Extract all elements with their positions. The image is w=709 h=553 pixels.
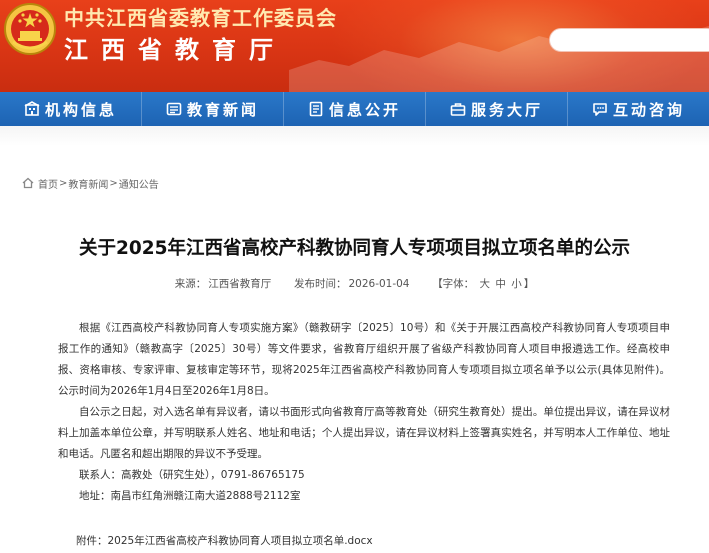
breadcrumb-sep: > (109, 177, 118, 189)
news-icon (166, 102, 182, 116)
nav-label: 机构信息 (44, 100, 117, 119)
article-body: 根据《江西高校产科教协同育人专项实施方案》（赣教研字〔2025〕10号）和《关于… (58, 318, 670, 507)
info-icon (309, 101, 323, 117)
nav-item-institution[interactable]: 机构信息 (0, 92, 142, 126)
breadcrumb-home[interactable]: 首页 (38, 176, 58, 191)
article-meta: 来源： 江西省教育厅 发布时间： 2026-01-04 【字体： 大 中 小】 (0, 276, 709, 291)
font-small-button[interactable]: 小 (511, 278, 522, 290)
search-input[interactable] (549, 28, 709, 52)
building-icon (24, 101, 40, 116)
paragraph-intro: 根据《江西高校产科教协同育人专项实施方案》（赣教研字〔2025〕10号）和《关于… (58, 322, 670, 397)
nav-item-news[interactable]: 教育新闻 (142, 92, 284, 126)
dept-name: 江西省教育厅 (64, 36, 286, 64)
main-nav: 机构信息 教育新闻 信息公开 服务大厅 互动咨询 (0, 92, 709, 126)
font-size-label: 【字体： (432, 278, 475, 290)
nav-item-info-disclosure[interactable]: 信息公开 (284, 92, 426, 126)
font-medium-button[interactable]: 中 (495, 278, 506, 290)
source-label: 来源： (174, 278, 207, 290)
chat-icon (593, 103, 607, 116)
attachment-label: 附件： (76, 535, 108, 547)
org-name: 中共江西省委教育工作委员会 (64, 6, 337, 30)
service-icon (450, 103, 466, 116)
breadcrumb-sep: > (59, 177, 68, 189)
font-large-button[interactable]: 大 (480, 278, 491, 290)
site-header: 中共江西省委教育工作委员会 江西省教育厅 (0, 0, 709, 92)
home-icon (22, 177, 34, 189)
address-line: 地址：南昌市红角洲赣江南大道2888号2112室 (79, 490, 301, 502)
attachment-line: 附件：2025年江西省高校产科教协同育人项目拟立项名单.docx (76, 533, 373, 548)
nav-item-service-hall[interactable]: 服务大厅 (426, 92, 568, 126)
attachment-link[interactable]: 2025年江西省高校产科教协同育人项目拟立项名单.docx (108, 535, 373, 547)
paragraph-objection: 自公示之日起，对入选名单有异议者，请以书面形式向省教育厅高等教育处（研究生教育处… (58, 406, 670, 460)
national-emblem-icon (4, 3, 56, 55)
nav-label: 互动咨询 (612, 100, 685, 119)
breadcrumb-notice[interactable]: 通知公告 (119, 176, 159, 191)
source-value: 江西省教育厅 (208, 278, 272, 290)
contact-line: 联系人：高教处（研究生处），0791-86765175 (79, 469, 305, 481)
article-title: 关于2025年江西省高校产科教协同育人专项项目拟立项名单的公示 (79, 238, 630, 259)
font-size-close: 】 (523, 278, 535, 290)
nav-item-consult[interactable]: 互动咨询 (568, 92, 709, 126)
nav-shadow (0, 126, 709, 146)
nav-label: 服务大厅 (470, 100, 543, 119)
breadcrumb: 首页 > 教育新闻 > 通知公告 (22, 176, 159, 191)
nav-label: 信息公开 (328, 100, 401, 119)
nav-label: 教育新闻 (186, 100, 259, 119)
breadcrumb-news[interactable]: 教育新闻 (68, 176, 108, 191)
date-label: 发布时间： (293, 278, 347, 290)
date-value: 2026-01-04 (348, 278, 410, 290)
